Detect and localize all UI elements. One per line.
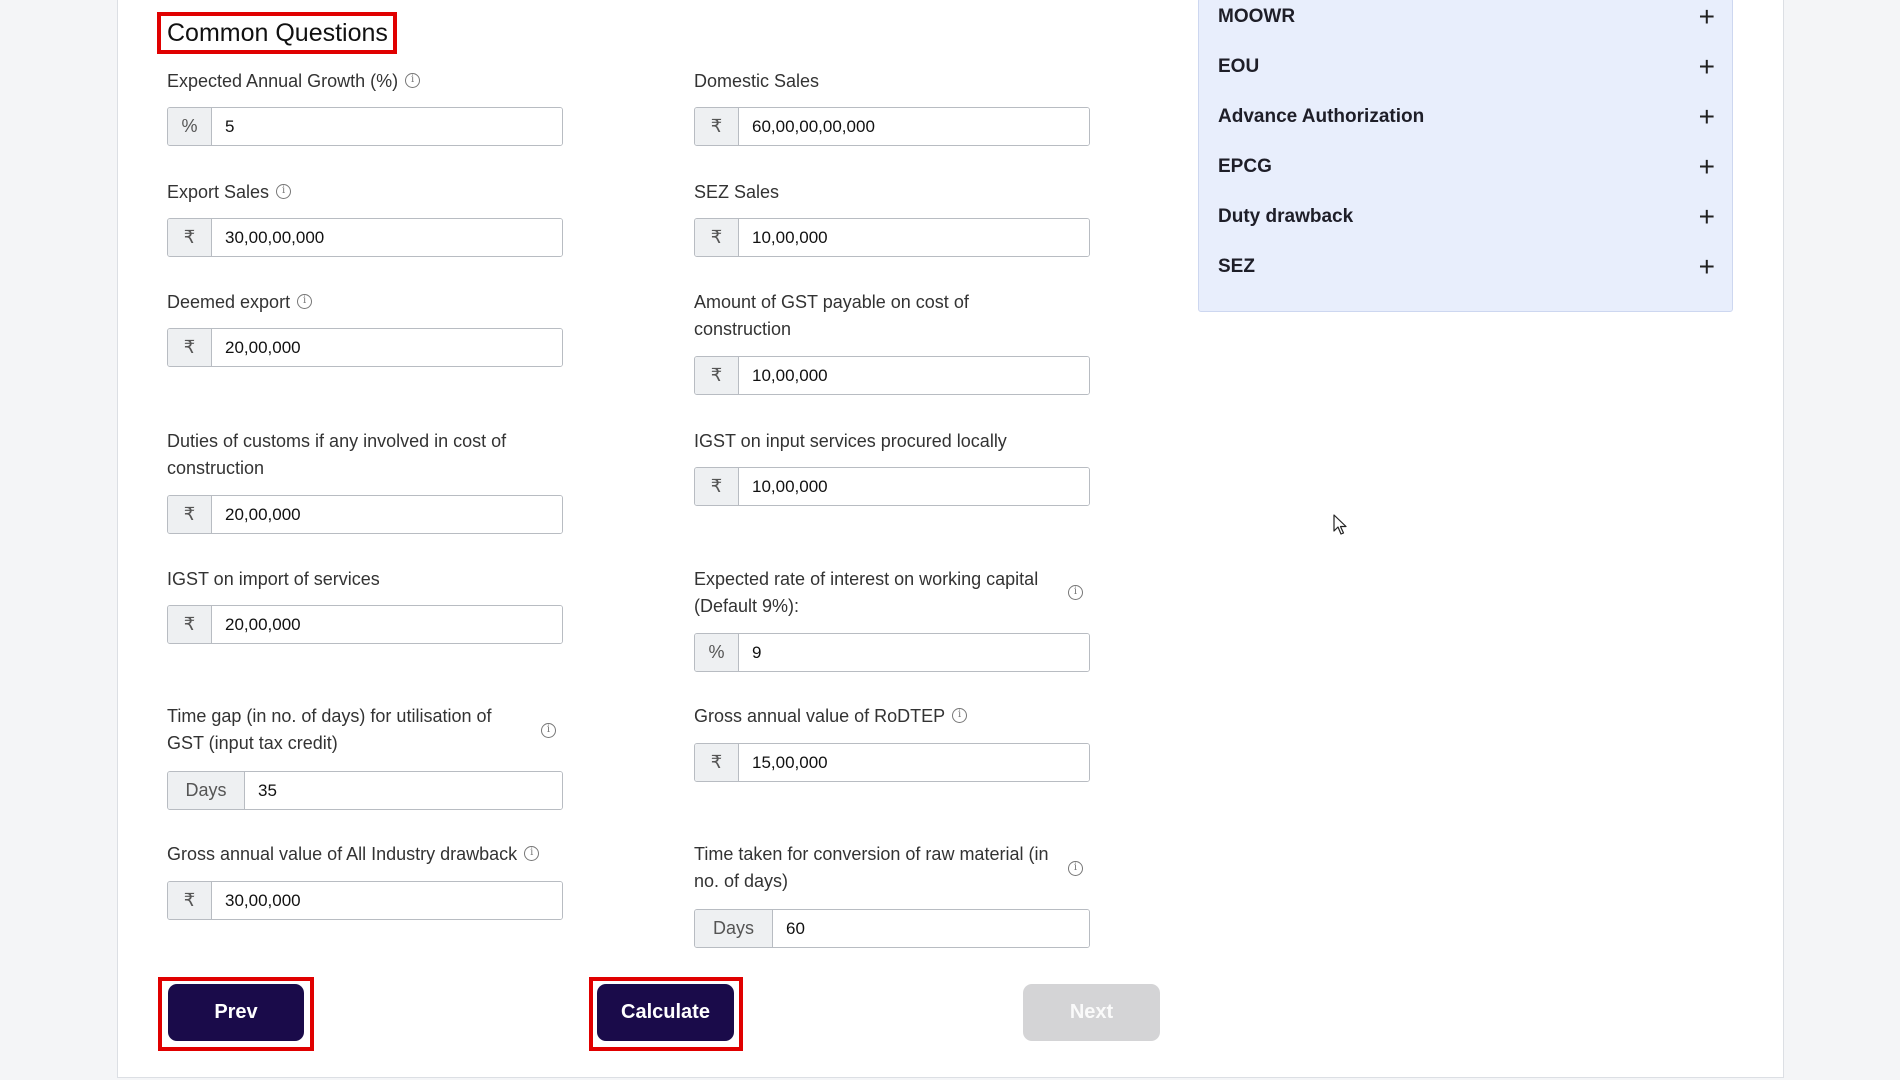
info-icon[interactable]: i [297, 293, 313, 309]
rupee-prefix: ₹ [168, 329, 212, 366]
igst-import-services-label: IGST on import of services [167, 569, 380, 589]
info-icon[interactable]: i [1068, 585, 1083, 600]
deemed-export-input-group: ₹ [167, 328, 563, 367]
interest-rate-label: Expected rate of interest on working cap… [694, 569, 1039, 616]
raw-material-conversion-input-group: Days [694, 909, 1090, 948]
interest-rate-input[interactable] [739, 634, 1089, 671]
accordion-label: EPCG [1218, 156, 1272, 177]
info-icon[interactable]: i [405, 72, 421, 88]
customs-duties-input-group: ₹ [167, 495, 563, 534]
igst-import-services-input[interactable] [212, 606, 562, 643]
customs-duties-input[interactable] [212, 496, 562, 533]
time-gap-gst-input-group: Days [167, 771, 563, 810]
accordion-item-duty-drawback[interactable]: Duty drawback + [1218, 197, 1715, 237]
rupee-prefix: ₹ [695, 744, 739, 781]
igst-input-services-label: IGST on input services procured locally [694, 431, 1007, 451]
deemed-export-label: Deemed export [167, 292, 291, 312]
all-industry-drawback-label: Gross annual value of All Industry drawb… [167, 844, 518, 864]
raw-material-conversion-label: Time taken for conversion of raw materia… [694, 844, 1049, 891]
time-gap-gst-input[interactable] [245, 772, 562, 809]
info-icon[interactable]: i [541, 723, 556, 738]
time-gap-gst-label: Time gap (in no. of days) for utilisatio… [167, 706, 492, 753]
igst-import-services-input-group: ₹ [167, 605, 563, 644]
rupee-prefix: ₹ [168, 882, 212, 919]
rupee-prefix: ₹ [695, 357, 739, 394]
plus-icon[interactable]: + [1699, 53, 1715, 81]
days-prefix: Days [168, 772, 245, 809]
rodtep-input-group: ₹ [694, 743, 1090, 782]
domestic-sales-input-group: ₹ [694, 107, 1090, 146]
accordion-label: Duty drawback [1218, 206, 1354, 227]
mouse-cursor-icon [1333, 514, 1347, 535]
plus-icon[interactable]: + [1699, 253, 1715, 281]
accordion-item-advance-authorization[interactable]: Advance Authorization + [1218, 97, 1715, 137]
sez-sales-input-group: ₹ [694, 218, 1090, 257]
domestic-sales-label: Domestic Sales [694, 71, 820, 91]
rupee-prefix: ₹ [168, 496, 212, 533]
accordion-label: SEZ [1218, 256, 1255, 277]
export-sales-input-group: ₹ [167, 218, 563, 257]
export-sales-label: Export Sales [167, 182, 270, 202]
all-industry-drawback-input[interactable] [212, 882, 562, 919]
rodtep-input[interactable] [739, 744, 1089, 781]
domestic-sales-input[interactable] [739, 108, 1089, 145]
accordion-item-moowr[interactable]: MOOWR + [1218, 0, 1715, 37]
all-industry-drawback-input-group: ₹ [167, 881, 563, 920]
gst-construction-label: Amount of GST payable on cost of constru… [694, 292, 969, 339]
rodtep-label: Gross annual value of RoDTEP [694, 706, 946, 726]
sez-sales-label: SEZ Sales [694, 182, 780, 202]
accordion-item-eou[interactable]: EOU + [1218, 47, 1715, 87]
plus-icon[interactable]: + [1699, 153, 1715, 181]
percent-prefix: % [695, 634, 739, 671]
scheme-accordion-panel: MOOWR + EOU + Advance Authorization + EP… [1198, 0, 1733, 312]
section-title: Common Questions [167, 19, 388, 47]
accordion-item-epcg[interactable]: EPCG + [1218, 147, 1715, 187]
deemed-export-input[interactable] [212, 329, 562, 366]
gst-construction-input[interactable] [739, 357, 1089, 394]
accordion-label: MOOWR [1218, 6, 1296, 27]
info-icon[interactable]: i [524, 845, 540, 861]
interest-rate-input-group: % [694, 633, 1090, 672]
plus-icon[interactable]: + [1699, 3, 1715, 31]
prev-button[interactable]: Prev [168, 984, 304, 1041]
rupee-prefix: ₹ [695, 219, 739, 256]
info-icon[interactable]: i [1068, 861, 1083, 876]
plus-icon[interactable]: + [1699, 103, 1715, 131]
accordion-label: EOU [1218, 56, 1260, 77]
rupee-prefix: ₹ [695, 468, 739, 505]
raw-material-conversion-input[interactable] [773, 910, 1089, 947]
rupee-prefix: ₹ [168, 219, 212, 256]
info-icon[interactable]: i [276, 183, 292, 199]
igst-input-services-input-group: ₹ [694, 467, 1090, 506]
accordion-item-sez[interactable]: SEZ + [1218, 247, 1715, 287]
customs-duties-label: Duties of customs if any involved in cos… [167, 431, 507, 478]
days-prefix: Days [695, 910, 773, 947]
info-icon[interactable]: i [952, 707, 968, 723]
sez-sales-input[interactable] [739, 219, 1089, 256]
annual-growth-label: Expected Annual Growth (%) [167, 71, 399, 91]
gst-construction-input-group: ₹ [694, 356, 1090, 395]
rupee-prefix: ₹ [695, 108, 739, 145]
percent-prefix: % [168, 108, 212, 145]
next-button[interactable]: Next [1023, 984, 1160, 1041]
export-sales-input[interactable] [212, 219, 562, 256]
annual-growth-input-group: % [167, 107, 563, 146]
plus-icon[interactable]: + [1699, 203, 1715, 231]
rupee-prefix: ₹ [168, 606, 212, 643]
annual-growth-input[interactable] [212, 108, 562, 145]
igst-input-services-input[interactable] [739, 468, 1089, 505]
calculate-button[interactable]: Calculate [597, 984, 734, 1041]
accordion-label: Advance Authorization [1218, 106, 1425, 127]
